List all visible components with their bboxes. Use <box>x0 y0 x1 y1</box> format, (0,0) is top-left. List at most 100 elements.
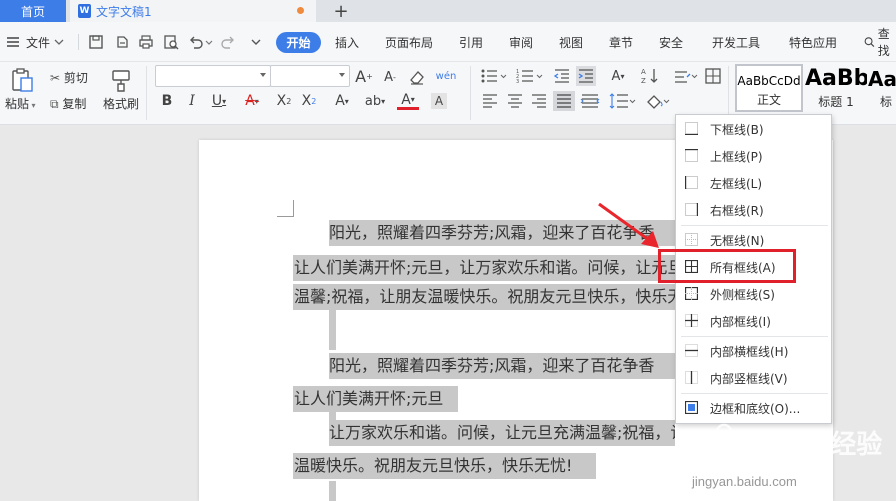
menu-item-left-border[interactable]: 左框线(L) <box>676 170 831 197</box>
style-heading-1[interactable]: AaBb 标题 1 <box>805 64 867 112</box>
export-icon[interactable] <box>114 34 130 50</box>
tab-developer[interactable]: 开发工具 <box>712 22 760 62</box>
highlight-color-icon[interactable]: ab ▾ <box>362 92 388 110</box>
clear-format-icon[interactable] <box>408 68 426 86</box>
text-effect-icon[interactable]: A ▾ <box>330 92 354 110</box>
inside-horizontal-border-icon <box>685 344 698 357</box>
copy-button[interactable]: ⧉ 复制 <box>50 95 86 112</box>
menu-item-inside-vertical[interactable]: 内部竖框线(V) <box>676 365 831 392</box>
tab-special-apps[interactable]: 特色应用 <box>789 22 837 62</box>
tab-review[interactable]: 审阅 <box>509 22 533 62</box>
tab-home[interactable]: 首页 <box>0 0 66 22</box>
style-heading-2[interactable]: Aa 标 <box>868 64 896 112</box>
align-center-icon[interactable] <box>506 93 524 109</box>
unsaved-dot-icon <box>297 7 304 14</box>
tab-chapter[interactable]: 章节 <box>609 22 633 62</box>
line-spacing-icon[interactable] <box>608 92 636 110</box>
search-command[interactable]: 查找 <box>864 22 896 62</box>
decrease-indent-icon[interactable] <box>553 67 571 85</box>
phonetic-guide-icon[interactable]: wén <box>436 66 457 86</box>
menu-item-outside-borders[interactable]: 外侧框线(S) <box>676 281 831 308</box>
show-hide-marks-icon[interactable] <box>672 66 698 86</box>
selection-block <box>329 481 336 501</box>
watermark: Baidu经验 jingyan.baidu.com <box>680 420 896 501</box>
paste-button[interactable]: 粘贴 ▾ <box>5 95 36 112</box>
menu-item-borders-shading[interactable]: 边框和底纹(O)... <box>676 395 831 422</box>
print-icon[interactable] <box>138 34 154 50</box>
bullets-icon[interactable] <box>480 67 508 85</box>
tab-document-label: 文字文稿1 <box>96 4 152 19</box>
underline-icon[interactable]: U ▾ <box>208 92 230 110</box>
bold-icon[interactable]: B <box>159 92 175 110</box>
line-text: 让万家欢乐和谐。问候，让元旦充满温馨;祝福，让朋友 <box>329 423 675 442</box>
text-line[interactable]: 阳光，照耀着四季芬芳;风霜，迎来了百花争香 <box>329 353 675 379</box>
align-right-icon[interactable] <box>530 93 548 109</box>
justify-icon[interactable] <box>553 91 575 111</box>
tab-page-layout[interactable]: 页面布局 <box>385 22 433 62</box>
menu-item-right-border[interactable]: 右框线(R) <box>676 197 831 224</box>
menu-item-label: 内部横框线(H) <box>710 345 789 359</box>
font-family-select[interactable] <box>155 65 271 87</box>
strikethrough-icon[interactable]: A ▾ <box>240 92 264 110</box>
superscript-icon[interactable]: X2 <box>275 92 293 110</box>
copy-label: 复制 <box>62 97 87 111</box>
decrease-font-icon[interactable]: A- <box>382 68 398 86</box>
distributed-icon[interactable] <box>580 93 600 109</box>
paste-icon[interactable] <box>9 67 35 93</box>
tab-insert[interactable]: 插入 <box>335 22 359 62</box>
file-menu[interactable]: 文件 <box>6 22 64 62</box>
divider <box>681 336 828 337</box>
text-line[interactable]: 温暖快乐。祝朋友元旦快乐，快乐无忧! <box>293 453 596 479</box>
redo-icon[interactable] <box>220 34 236 50</box>
italic-icon[interactable]: I <box>184 92 200 110</box>
align-left-icon[interactable] <box>481 93 499 109</box>
tab-references[interactable]: 引用 <box>459 22 483 62</box>
undo-icon[interactable] <box>188 34 204 50</box>
increase-font-icon[interactable]: A + <box>355 66 373 86</box>
new-tab-button[interactable]: + <box>330 0 352 22</box>
inside-vertical-border-icon <box>685 371 698 384</box>
cut-button[interactable]: ✂ 剪切 <box>50 69 88 86</box>
text-line[interactable]: 让万家欢乐和谐。问候，让元旦充满温馨;祝福，让朋友 <box>329 420 675 446</box>
top-border-icon <box>685 149 698 162</box>
tab-document[interactable]: W 文字文稿1 <box>70 0 316 22</box>
format-painter-icon[interactable] <box>110 67 134 93</box>
menu-item-bottom-border[interactable]: 下框线(B) <box>676 116 831 143</box>
format-painter-button[interactable]: 格式刷 <box>103 95 139 112</box>
highlight-box <box>658 249 796 283</box>
tab-start[interactable]: 开始 <box>276 32 321 53</box>
svg-text:A: A <box>641 68 646 76</box>
text-line[interactable]: 让人们美满开怀;元旦 <box>293 386 458 412</box>
undo-dropdown-icon[interactable] <box>204 34 214 50</box>
save-icon[interactable] <box>88 34 104 50</box>
font-size-select[interactable] <box>270 65 350 87</box>
menu-item-label: 下框线(B) <box>710 123 764 137</box>
menu-item-top-border[interactable]: 上框线(P) <box>676 143 831 170</box>
tab-view[interactable]: 视图 <box>559 22 583 62</box>
subscript-icon[interactable]: X2 <box>300 92 318 110</box>
style-name: 正文 <box>756 93 781 107</box>
scissors-icon: ✂ <box>50 71 61 85</box>
chinese-layout-icon[interactable]: A ▾ <box>606 66 630 86</box>
customize-toolbar-icon[interactable] <box>248 34 264 50</box>
table-tools-icon[interactable] <box>704 66 722 86</box>
text-line[interactable]: 温馨;祝福，让朋友温暖快乐。祝朋友元旦快乐，快乐无忧 <box>293 284 675 310</box>
menu-item-inside-borders[interactable]: 内部框线(I) <box>676 308 831 335</box>
sort-icon[interactable]: AZ <box>640 66 660 86</box>
numbering-icon[interactable]: 123 <box>516 67 544 85</box>
font-color-icon[interactable]: A ▾ <box>397 92 419 110</box>
tab-bar: 首页 W 文字文稿1 + <box>0 0 896 22</box>
increase-indent-icon[interactable] <box>576 66 596 86</box>
character-shading-icon[interactable]: A <box>431 93 447 109</box>
style-sample: AaBb <box>805 66 867 91</box>
style-normal[interactable]: AaBbCcDd 正文 <box>735 64 803 112</box>
menu-item-label: 无框线(N) <box>710 234 765 248</box>
line-text: 温馨;祝福，让朋友温暖快乐。祝朋友元旦快乐，快乐无忧 <box>294 287 675 306</box>
shading-icon[interactable] <box>644 92 670 110</box>
search-label: 查找 <box>877 27 890 58</box>
line-text: 让人们美满开怀;元旦 <box>294 389 444 408</box>
print-preview-icon[interactable] <box>163 34 179 50</box>
tab-security[interactable]: 安全 <box>659 22 683 62</box>
menu-item-inside-horizontal[interactable]: 内部横框线(H) <box>676 338 831 365</box>
text-line[interactable]: 让人们美满开怀;元旦，让万家欢乐和谐。问候，让元旦充 <box>293 255 675 281</box>
